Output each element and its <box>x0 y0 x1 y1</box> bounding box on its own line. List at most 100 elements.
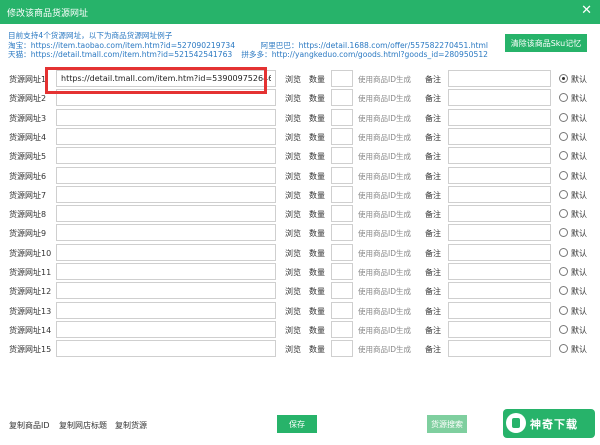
generate-by-id-link[interactable]: 使用商品ID生成 <box>358 132 416 143</box>
browse-button[interactable]: 浏览 <box>285 113 301 124</box>
source-url-input[interactable] <box>56 282 276 300</box>
clear-sku-memory-button[interactable]: 清除该商品Sku记忆 <box>505 34 587 52</box>
copy-product-id-link[interactable]: 复制商品ID <box>9 420 50 431</box>
generate-by-id-link[interactable]: 使用商品ID生成 <box>358 286 416 297</box>
note-input[interactable] <box>448 127 551 145</box>
generate-by-id-link[interactable]: 使用商品ID生成 <box>358 113 416 124</box>
default-radio[interactable] <box>559 228 568 238</box>
browse-button[interactable]: 浏览 <box>285 306 301 317</box>
default-radio[interactable] <box>559 209 568 219</box>
generate-by-id-link[interactable]: 使用商品ID生成 <box>358 74 416 85</box>
default-radio[interactable] <box>559 112 568 122</box>
default-radio[interactable] <box>559 74 568 83</box>
browse-button[interactable]: 浏览 <box>285 74 301 85</box>
source-url-input[interactable] <box>56 147 276 165</box>
quantity-input[interactable] <box>331 301 353 319</box>
browse-button[interactable]: 浏览 <box>285 344 301 355</box>
generate-by-id-link[interactable]: 使用商品ID生成 <box>358 171 416 182</box>
default-radio[interactable] <box>559 93 568 103</box>
note-input[interactable] <box>448 70 551 87</box>
browse-button[interactable]: 浏览 <box>285 209 301 220</box>
copy-store-title-link[interactable]: 复制网店标题 <box>59 420 107 431</box>
note-input[interactable] <box>448 89 551 107</box>
note-input[interactable] <box>448 263 551 280</box>
source-url-input[interactable] <box>56 166 276 184</box>
generate-by-id-link[interactable]: 使用商品ID生成 <box>358 151 416 162</box>
note-input[interactable] <box>448 185 551 203</box>
note-input[interactable] <box>448 320 551 338</box>
note-input[interactable] <box>448 205 551 223</box>
generate-by-id-link[interactable]: 使用商品ID生成 <box>358 209 416 220</box>
browse-button[interactable]: 浏览 <box>285 286 301 297</box>
default-radio[interactable] <box>559 305 568 315</box>
generate-by-id-link[interactable]: 使用商品ID生成 <box>358 248 416 259</box>
quantity-input[interactable] <box>331 70 353 87</box>
source-url-row: 货源网址1 浏览数量 使用商品ID生成备注 默认 <box>0 70 600 89</box>
browse-button[interactable]: 浏览 <box>285 132 301 143</box>
browse-button[interactable]: 浏览 <box>285 190 301 201</box>
save-button[interactable]: 保存 <box>277 415 317 433</box>
default-radio[interactable] <box>559 151 568 161</box>
quantity-input[interactable] <box>331 282 353 300</box>
quantity-input[interactable] <box>331 340 353 358</box>
browse-button[interactable]: 浏览 <box>285 267 301 278</box>
quantity-input[interactable] <box>331 263 353 280</box>
quantity-input[interactable] <box>331 320 353 338</box>
default-radio[interactable] <box>559 324 568 334</box>
generate-by-id-link[interactable]: 使用商品ID生成 <box>358 325 416 336</box>
generate-by-id-link[interactable]: 使用商品ID生成 <box>358 267 416 278</box>
source-url-input[interactable] <box>56 263 276 280</box>
note-input[interactable] <box>448 243 551 261</box>
browse-button[interactable]: 浏览 <box>285 228 301 239</box>
source-url-input[interactable] <box>56 89 276 107</box>
default-radio[interactable] <box>559 189 568 199</box>
quantity-input[interactable] <box>331 127 353 145</box>
source-url-input[interactable] <box>56 108 276 126</box>
source-url-input[interactable] <box>56 340 276 358</box>
close-icon[interactable]: ✕ <box>581 3 592 19</box>
quantity-input[interactable] <box>331 224 353 242</box>
source-url-input[interactable] <box>56 224 276 242</box>
source-url-input[interactable] <box>56 70 276 87</box>
generate-by-id-link[interactable]: 使用商品ID生成 <box>358 306 416 317</box>
quantity-input[interactable] <box>331 166 353 184</box>
quantity-input[interactable] <box>331 89 353 107</box>
browse-button[interactable]: 浏览 <box>285 93 301 104</box>
browse-button[interactable]: 浏览 <box>285 151 301 162</box>
quantity-input[interactable] <box>331 108 353 126</box>
default-radio[interactable] <box>559 344 568 354</box>
default-radio[interactable] <box>559 131 568 141</box>
generate-by-id-link[interactable]: 使用商品ID生成 <box>358 190 416 201</box>
quantity-input[interactable] <box>331 243 353 261</box>
quantity-input[interactable] <box>331 185 353 203</box>
default-radio[interactable] <box>559 286 568 296</box>
source-url-input[interactable] <box>56 243 276 261</box>
note-input[interactable] <box>448 224 551 242</box>
generate-by-id-link[interactable]: 使用商品ID生成 <box>358 344 416 355</box>
browse-button[interactable]: 浏览 <box>285 248 301 259</box>
source-url-input[interactable] <box>56 320 276 338</box>
note-input[interactable] <box>448 147 551 165</box>
generate-by-id-link[interactable]: 使用商品ID生成 <box>358 228 416 239</box>
source-url-input[interactable] <box>56 127 276 145</box>
note-input[interactable] <box>448 108 551 126</box>
quantity-input[interactable] <box>331 205 353 223</box>
browse-button[interactable]: 浏览 <box>285 325 301 336</box>
generate-by-id-link[interactable]: 使用商品ID生成 <box>358 93 416 104</box>
source-url-input[interactable] <box>56 185 276 203</box>
source-search-button[interactable]: 货源搜索 <box>427 415 467 433</box>
note-label: 备注 <box>425 75 441 84</box>
note-input[interactable] <box>448 340 551 358</box>
note-input[interactable] <box>448 166 551 184</box>
default-radio[interactable] <box>559 267 568 276</box>
quantity-input[interactable] <box>331 147 353 165</box>
note-input[interactable] <box>448 301 551 319</box>
note-label: 备注 <box>425 132 441 142</box>
source-url-input[interactable] <box>56 205 276 223</box>
note-input[interactable] <box>448 282 551 300</box>
default-radio[interactable] <box>559 170 568 180</box>
copy-source-link[interactable]: 复制货源 <box>115 420 147 431</box>
browse-button[interactable]: 浏览 <box>285 171 301 182</box>
source-url-input[interactable] <box>56 301 276 319</box>
default-radio[interactable] <box>559 247 568 257</box>
